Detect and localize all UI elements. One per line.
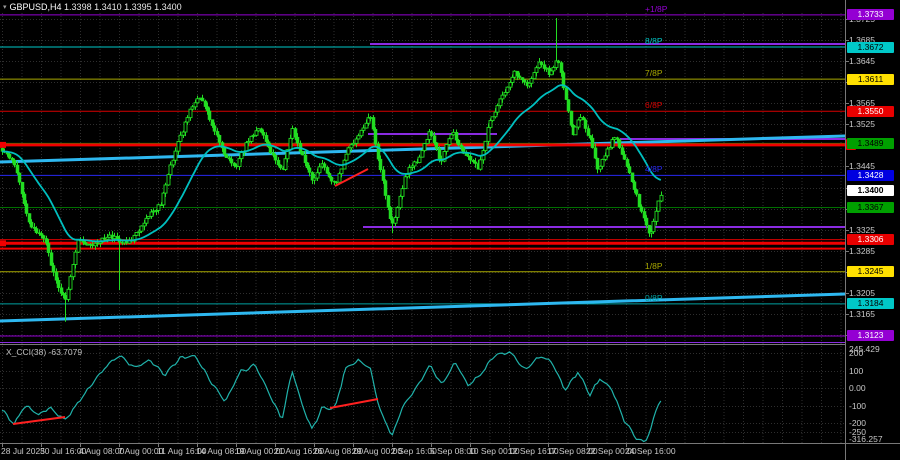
murrey-level-label: 7/8P: [645, 69, 663, 78]
murrey-price-badge: 1.3611: [847, 74, 894, 85]
cci-scale-label[interactable]: 0.00: [849, 384, 866, 393]
chart-window: ▾GBPUSD,H4 1.3398 1.3410 1.3395 1.3400 X…: [0, 0, 900, 460]
murrey-level-label: 4/8P: [645, 165, 663, 174]
ohlc-values: 1.3398 1.3410 1.3395 1.3400: [64, 2, 182, 12]
price-scale-label[interactable]: 1.3525: [849, 120, 875, 129]
murrey-price-badge: 1.3489: [847, 138, 894, 149]
cci-scale-label[interactable]: 100: [849, 367, 863, 376]
time-scale-label[interactable]: 28 Jul 2025: [1, 447, 45, 456]
current-price-badge: 1.3400: [847, 185, 894, 196]
cci-scale-label[interactable]: -316.257: [849, 435, 883, 444]
murrey-price-badge: 1.3672: [847, 42, 894, 53]
time-scale-label[interactable]: 24 Sep 16:00: [625, 447, 676, 456]
murrey-price-badge: 1.3306: [847, 234, 894, 245]
murrey-level-label: 0/8P: [645, 294, 663, 303]
main-chart-svg[interactable]: [0, 0, 900, 460]
murrey-price-badge: 1.3733: [847, 9, 894, 20]
murrey-price-badge: 1.3123: [847, 330, 894, 341]
cci-scale-label[interactable]: -100: [849, 402, 866, 411]
price-scale-label[interactable]: 1.3205: [849, 289, 875, 298]
chart-dropdown-icon[interactable]: ▾: [3, 4, 7, 11]
murrey-price-badge: 1.3428: [847, 170, 894, 181]
murrey-level-label: 6/8P: [645, 101, 663, 110]
chart-title: ▾GBPUSD,H4 1.3398 1.3410 1.3395 1.3400: [3, 2, 182, 13]
murrey-price-badge: 1.3550: [847, 106, 894, 117]
price-scale-label[interactable]: 1.3165: [849, 310, 875, 319]
murrey-level-label: 8/8P: [645, 37, 663, 46]
indicator-name-label: X_CCI(38) -63.7079: [6, 347, 82, 357]
cci-scale-label[interactable]: 200: [849, 349, 863, 358]
murrey-price-badge: 1.3367: [847, 202, 894, 213]
murrey-price-badge: 1.3245: [847, 266, 894, 277]
murrey-level-label: +1/8P: [645, 5, 667, 14]
symbol-period-label: GBPUSD,H4: [10, 2, 62, 12]
price-scale-label[interactable]: 1.3645: [849, 57, 875, 66]
murrey-price-badge: 1.3184: [847, 298, 894, 309]
murrey-level-label: 1/8P: [645, 262, 663, 271]
price-scale-label[interactable]: 1.3285: [849, 247, 875, 256]
